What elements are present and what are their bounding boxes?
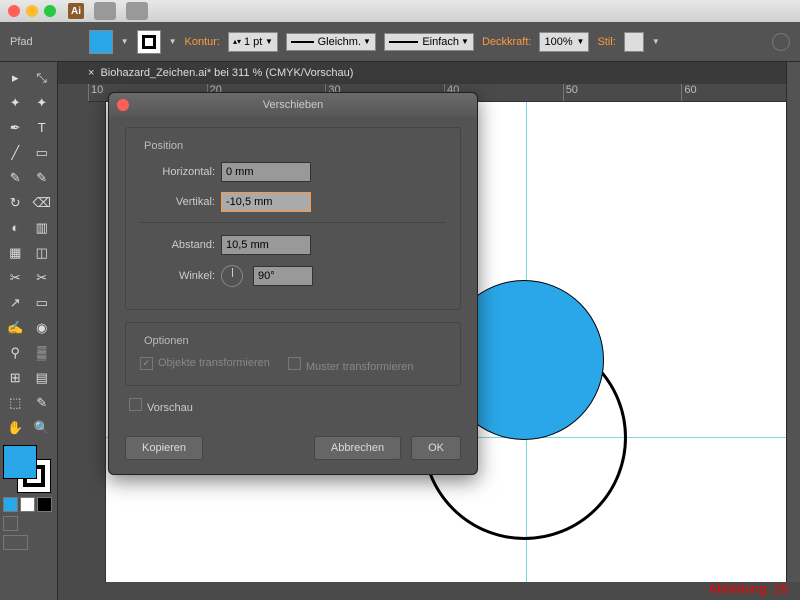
bridge-button[interactable] (94, 2, 116, 20)
screen-mode[interactable] (3, 516, 18, 531)
tool-button[interactable]: ◫ (30, 241, 55, 264)
macos-titlebar: Ai (0, 0, 800, 22)
mini-swatch[interactable] (3, 497, 18, 512)
panel-menu-icon[interactable] (772, 33, 790, 51)
vertical-input[interactable] (221, 192, 311, 212)
mini-swatch[interactable] (37, 497, 52, 512)
tool-button[interactable]: ▒ (30, 341, 55, 364)
tool-button[interactable]: ╱ (3, 141, 28, 164)
tool-button[interactable]: ⊞ (3, 366, 28, 389)
position-fieldset: Position Horizontal: Vertikal: Abstand: … (125, 127, 461, 310)
vertical-ruler (88, 102, 106, 582)
muster-checkbox[interactable] (288, 357, 301, 370)
tool-button[interactable]: ↻ (3, 191, 28, 214)
tool-button[interactable]: ✎ (3, 166, 28, 189)
tool-button[interactable]: ⬚ (3, 391, 28, 414)
vertical-label: Vertikal: (140, 196, 215, 208)
opacity-select[interactable]: 100%▼ (539, 32, 589, 52)
screen-mode-2[interactable] (3, 535, 28, 550)
mini-swatch[interactable] (20, 497, 35, 512)
tool-button[interactable]: ✦ (30, 91, 55, 114)
tool-button[interactable]: ✎ (30, 391, 55, 414)
document-tab-bar: × Biohazard_Zeichen.ai* bei 311 % (CMYK/… (0, 62, 800, 84)
winkel-label: Winkel: (140, 270, 215, 282)
minimize-dot[interactable] (26, 5, 38, 17)
close-dot[interactable] (8, 5, 20, 17)
tool-button[interactable]: ▤ (30, 366, 55, 389)
muster-label: Muster transformieren (306, 361, 414, 373)
dialog-titlebar[interactable]: Verschieben (109, 93, 477, 117)
kopieren-button[interactable]: Kopieren (125, 436, 203, 460)
abbildung-label: Abbildung: 26 (708, 581, 788, 596)
horizontal-label: Horizontal: (140, 166, 215, 178)
horizontal-input[interactable] (221, 162, 311, 182)
tool-button[interactable]: 🔍 (30, 416, 55, 439)
fill-stroke-swatches[interactable] (3, 445, 51, 493)
tool-button[interactable]: ✋ (3, 416, 28, 439)
tool-button[interactable]: ◉ (30, 316, 55, 339)
document-tab-title[interactable]: Biohazard_Zeichen.ai* bei 311 % (CMYK/Vo… (100, 67, 353, 79)
abstand-input[interactable] (221, 235, 311, 255)
move-dialog: Verschieben Position Horizontal: Vertika… (108, 92, 478, 475)
optionen-legend: Optionen (140, 335, 193, 347)
fill-color[interactable] (3, 445, 37, 479)
pfad-label: Pfad (10, 36, 33, 48)
tool-button[interactable]: ✂ (3, 266, 28, 289)
position-legend: Position (140, 140, 187, 152)
app-icon: Ai (68, 3, 84, 19)
right-panel-strip[interactable] (786, 62, 800, 582)
tool-button[interactable]: ✦ (3, 91, 28, 114)
zoom-dot[interactable] (44, 5, 56, 17)
objekte-label: Objekte transformieren (158, 357, 270, 369)
abstand-label: Abstand: (140, 239, 215, 251)
close-tab-icon[interactable]: × (88, 67, 94, 79)
tool-button[interactable]: ↗ (3, 291, 28, 314)
objekte-checkbox[interactable]: ✓ (140, 357, 153, 370)
tool-button[interactable]: ▭ (30, 141, 55, 164)
dialog-title: Verschieben (263, 99, 324, 111)
stroke-profile-2[interactable]: Einfach▼ (384, 33, 474, 51)
stroke-swatch[interactable] (137, 30, 161, 54)
optionen-fieldset: Optionen ✓ Objekte transformieren Muster … (125, 322, 461, 386)
tool-button[interactable]: ▥ (30, 216, 55, 239)
tool-button[interactable]: ▸ (3, 66, 28, 89)
layout-button[interactable] (126, 2, 148, 20)
stil-label: Stil: (597, 36, 615, 48)
control-bar: Pfad ▼ ▼ Kontur: ▴▾1 pt▼ Gleichm.▼ Einfa… (0, 22, 800, 62)
tool-button[interactable]: ✎ (30, 166, 55, 189)
stroke-profile-1[interactable]: Gleichm.▼ (286, 33, 376, 51)
vorschau-label: Vorschau (147, 402, 193, 414)
tool-button[interactable]: ✂ (30, 266, 55, 289)
dialog-close-dot[interactable] (117, 99, 129, 111)
deckkraft-label: Deckkraft: (482, 36, 532, 48)
winkel-input[interactable] (253, 266, 313, 286)
vorschau-checkbox[interactable] (129, 398, 142, 411)
tool-button[interactable]: ▭ (30, 291, 55, 314)
angle-icon[interactable] (221, 265, 243, 287)
tool-button[interactable]: ◐ (3, 216, 28, 239)
tool-button[interactable]: ⚲ (3, 341, 28, 364)
tool-button[interactable]: ⌫ (30, 191, 55, 214)
ok-button[interactable]: OK (411, 436, 461, 460)
tool-button[interactable]: ✒ (3, 116, 28, 139)
fill-swatch[interactable] (89, 30, 113, 54)
abbrechen-button[interactable]: Abbrechen (314, 436, 401, 460)
kontur-label: Kontur: (184, 36, 219, 48)
tool-button[interactable]: T (30, 116, 55, 139)
tool-button[interactable]: ⤡ (30, 66, 55, 89)
stroke-weight-select[interactable]: ▴▾1 pt▼ (228, 32, 278, 52)
stil-swatch[interactable] (624, 32, 644, 52)
color-mode-row (3, 497, 54, 512)
tools-panel: ▸⤡✦✦✒T╱▭✎✎↻⌫◐▥▦◫✂✂↗▭✍◉⚲▒⊞▤⬚✎✋🔍 (0, 62, 58, 600)
tool-button[interactable]: ✍ (3, 316, 28, 339)
tool-button[interactable]: ▦ (3, 241, 28, 264)
